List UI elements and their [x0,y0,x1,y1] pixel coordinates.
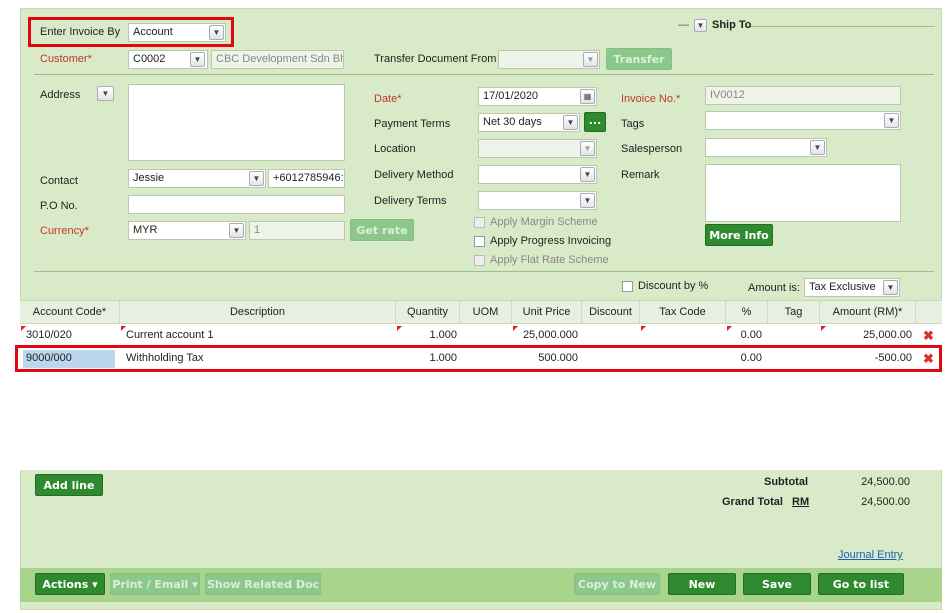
cell-discount[interactable] [582,325,640,345]
remark-textarea[interactable] [705,164,901,222]
address-label: Address [40,89,81,101]
col-uom[interactable]: UOM [460,301,512,324]
po-field[interactable] [128,195,345,214]
col-description[interactable]: Description [120,301,396,324]
col-account-code[interactable]: Account Code* [20,301,120,324]
contact-name-field[interactable]: Jessie [128,169,266,188]
col-tag[interactable]: Tag [768,301,820,324]
transfer-button[interactable]: Transfer [606,48,672,70]
add-line-button[interactable]: Add line [35,474,103,496]
delivery-method-label: Delivery Method [374,169,454,181]
delete-row-icon[interactable]: ✖ [923,329,934,342]
remark-label: Remark [621,169,660,181]
location-label: Location [374,143,416,155]
header-divider [34,74,934,75]
chevron-down-icon[interactable]: ▼ [229,223,244,238]
col-pct[interactable]: % [726,301,768,324]
col-quantity[interactable]: Quantity [396,301,460,324]
highlight-enter-by [28,17,234,47]
apply-progress-label: Apply Progress Invoicing [490,235,612,247]
apply-progress-checkbox[interactable] [474,236,485,247]
contact-label: Contact [40,175,78,187]
ship-to-collapse-dash: — [678,19,689,31]
amount-is-label: Amount is: [748,282,800,294]
col-unit-price[interactable]: Unit Price [512,301,582,324]
payment-terms-label: Payment Terms [374,118,451,130]
tags-label: Tags [621,118,645,130]
subtotal-label: Subtotal [764,476,808,488]
go-to-list-button[interactable]: Go to list [818,573,904,595]
subtotal-value: 24,500.00 [861,476,910,488]
get-rate-button[interactable]: Get rate [350,219,414,241]
more-info-button[interactable]: More Info [705,224,773,246]
invoice-no-field: IV0012 [705,86,901,105]
col-amount[interactable]: Amount (RM)* [820,301,916,324]
chevron-down-icon[interactable]: ▼ [249,171,264,186]
chevron-down-icon[interactable]: ▼ [583,52,598,67]
salesperson-select[interactable] [705,138,827,157]
contact-phone-field[interactable]: +6012785946: [268,169,345,188]
cell-quantity[interactable]: 1.000 [396,325,457,345]
address-dropdown-icon[interactable]: ▼ [97,86,114,101]
customer-label: Customer* [40,53,92,65]
grand-total-value: 24,500.00 [861,496,910,508]
chevron-down-icon[interactable]: ▼ [190,52,205,67]
currency-label: Currency* [40,225,89,237]
ship-to-toggle-icon[interactable]: ▼ [694,19,707,32]
ship-to-divider [745,26,935,27]
show-related-doc-button[interactable]: Show Related Doc [205,573,321,595]
cell-pct[interactable]: 0.00 [726,325,762,345]
chevron-down-icon[interactable]: ▼ [883,280,898,295]
journal-entry-link[interactable]: Journal Entry [838,549,903,561]
chevron-down-icon[interactable]: ▼ [884,113,899,128]
cell-account[interactable]: 3010/020 [26,325,72,345]
chevron-down-icon[interactable]: ▼ [563,115,578,130]
invoice-no-label: Invoice No.* [621,93,681,105]
new-button[interactable]: New [668,573,736,595]
tags-select[interactable] [705,111,901,130]
ship-to-label: Ship To [712,19,752,31]
cell-amount[interactable]: 25,000.00 [820,325,912,345]
copy-to-new-button[interactable]: Copy to New [574,573,660,595]
apply-flat-label: Apply Flat Rate Scheme [490,254,609,266]
currency-rate-field: 1 [249,221,345,240]
actions-button[interactable]: Actions ▾ [35,573,105,595]
customer-name-field: CBC Development Sdn Bhc [211,50,344,69]
chevron-down-icon[interactable]: ▼ [580,193,595,208]
discount-by-pct-label: Discount by % [638,280,709,292]
po-label: P.O No. [40,200,78,212]
date-label: Date* [374,93,402,105]
cell-description[interactable]: Current account 1 [126,325,213,345]
highlight-withholding-row [15,345,942,372]
grand-total-label: Grand Total [722,496,783,508]
apply-margin-label: Apply Margin Scheme [490,216,598,228]
cell-unit-price[interactable]: 25,000.000 [512,325,578,345]
chevron-down-icon[interactable]: ▼ [580,167,595,182]
chevron-down-icon[interactable]: ▼ [810,140,825,155]
payment-terms-more-button[interactable]: ... [584,112,606,132]
address-textarea[interactable] [128,84,345,161]
save-button[interactable]: Save [743,573,811,595]
discount-by-pct-checkbox[interactable] [622,281,633,292]
cell-tag[interactable] [768,325,820,345]
col-discount[interactable]: Discount [582,301,640,324]
salesperson-label: Salesperson [621,143,683,155]
col-tax-code[interactable]: Tax Code [640,301,726,324]
cell-tax-code[interactable] [640,325,726,345]
delivery-terms-label: Delivery Terms [374,195,447,207]
transfer-label: Transfer Document From [374,53,497,65]
cell-uom[interactable] [460,325,512,345]
col-actions [916,301,942,324]
calendar-icon[interactable]: ▦ [580,89,595,104]
body-divider [34,271,934,272]
chevron-down-icon[interactable]: ▼ [580,141,595,156]
line-items-grid: Account Code* Description Quantity UOM U… [20,300,942,470]
print-email-button[interactable]: Print / Email ▾ [110,573,200,595]
apply-flat-checkbox[interactable] [474,255,485,266]
apply-margin-checkbox[interactable] [474,217,485,228]
grand-total-currency: RM [792,496,810,508]
